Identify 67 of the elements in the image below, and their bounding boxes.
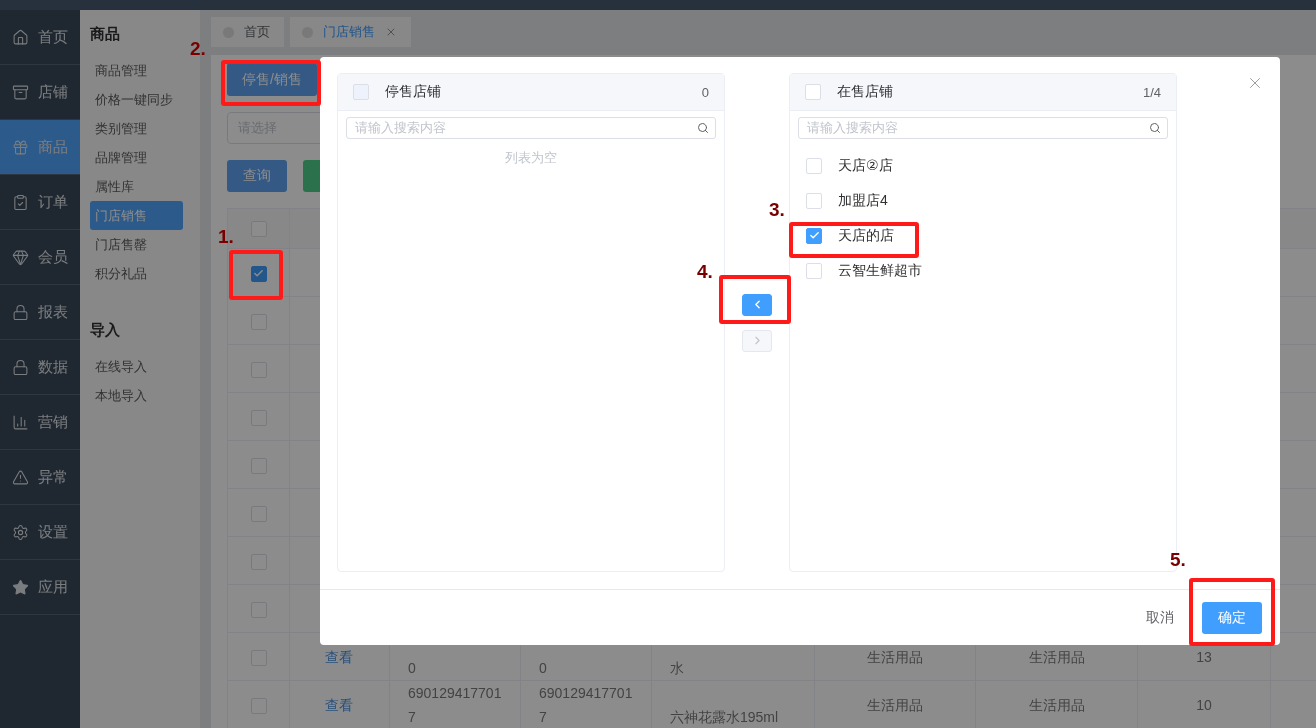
- highlight-frame: [229, 250, 283, 300]
- step-number: 5.: [1170, 549, 1186, 571]
- section-title: 导入: [90, 320, 120, 340]
- drawer-icon: [12, 83, 29, 101]
- view-link[interactable]: 查看: [325, 648, 353, 665]
- menu-item[interactable]: 属性库: [90, 172, 183, 201]
- menu-item[interactable]: 类别管理: [90, 114, 183, 143]
- step-number: 3.: [769, 199, 785, 221]
- highlight-frame: [719, 275, 791, 324]
- lock-icon: [12, 303, 29, 321]
- panel-count: 1/4: [1142, 84, 1161, 100]
- table-cell-text: 六神花露水195ml: [669, 708, 780, 727]
- step-number: 4.: [697, 261, 713, 283]
- bar-chart-icon: [12, 413, 29, 431]
- menu-item[interactable]: 在线导入: [90, 352, 183, 381]
- menu-item[interactable]: 积分礼品: [90, 259, 183, 288]
- menu-item[interactable]: 商品管理: [90, 56, 183, 85]
- step-number: 1.: [218, 226, 234, 248]
- store-item[interactable]: 天店的店: [838, 226, 894, 245]
- query-button[interactable]: 查询: [227, 160, 287, 192]
- menu-item[interactable]: 品牌管理: [90, 143, 183, 172]
- close-icon[interactable]: [385, 26, 397, 38]
- store-item[interactable]: 云智生鲜超市: [838, 261, 922, 280]
- clipboard-icon: [12, 193, 29, 211]
- page-tab[interactable]: 门店销售: [290, 17, 411, 47]
- checkbox[interactable]: [806, 227, 822, 244]
- page-tab[interactable]: 首页: [211, 17, 284, 47]
- table-cell-text: 13: [1195, 647, 1213, 667]
- table-cell-text: 生活用品: [1027, 647, 1086, 667]
- store-item[interactable]: 加盟店4: [838, 191, 888, 210]
- home-icon: [12, 28, 29, 46]
- step-number: 2.: [190, 38, 206, 60]
- store-item[interactable]: 天店②店: [838, 156, 893, 175]
- table-cell-text: 0: [538, 659, 548, 678]
- menu-item[interactable]: 门店销售: [90, 201, 183, 230]
- section-title: 商品: [90, 24, 120, 44]
- toggle-sale-button[interactable]: 停售/销售: [227, 63, 317, 96]
- panel-count: 0: [701, 84, 709, 100]
- menu-item[interactable]: 本地导入: [90, 381, 183, 410]
- diamond-icon: [12, 248, 29, 266]
- view-link[interactable]: 查看: [325, 697, 353, 713]
- search-placeholder: 请输入搜索内容: [355, 119, 446, 137]
- search-placeholder: 请输入搜索内容: [807, 119, 898, 137]
- checkbox[interactable]: [250, 265, 267, 282]
- table-cell-text: 6901294177017: [538, 684, 634, 727]
- confirm-button[interactable]: 确定: [1202, 601, 1262, 634]
- panel-title: 停售店铺: [385, 83, 442, 101]
- settings-icon: [12, 523, 29, 541]
- table-cell-text: 水: [669, 659, 685, 678]
- menu-item[interactable]: 门店售罄: [90, 230, 183, 259]
- table-cell-text: 10: [1195, 696, 1213, 715]
- search-icon: [697, 122, 709, 134]
- star-icon: [12, 578, 29, 596]
- search-icon: [1149, 122, 1161, 134]
- empty-text: 列表为空: [505, 149, 557, 167]
- cancel-button[interactable]: 取消: [1146, 608, 1174, 627]
- table-cell-text: 生活用品: [1027, 696, 1086, 715]
- table-cell-text: 0: [407, 659, 417, 678]
- panel-title: 在售店铺: [837, 83, 894, 101]
- lock-icon: [12, 358, 29, 376]
- gift-icon: [12, 138, 29, 156]
- table-cell-text: 生活用品: [866, 696, 924, 715]
- warning-icon: [12, 468, 29, 486]
- table-cell-text: 6901294177017: [407, 684, 503, 727]
- table-cell-text: 生活用品: [866, 647, 924, 667]
- check-icon: [808, 230, 820, 241]
- move-left-button[interactable]: [742, 293, 772, 316]
